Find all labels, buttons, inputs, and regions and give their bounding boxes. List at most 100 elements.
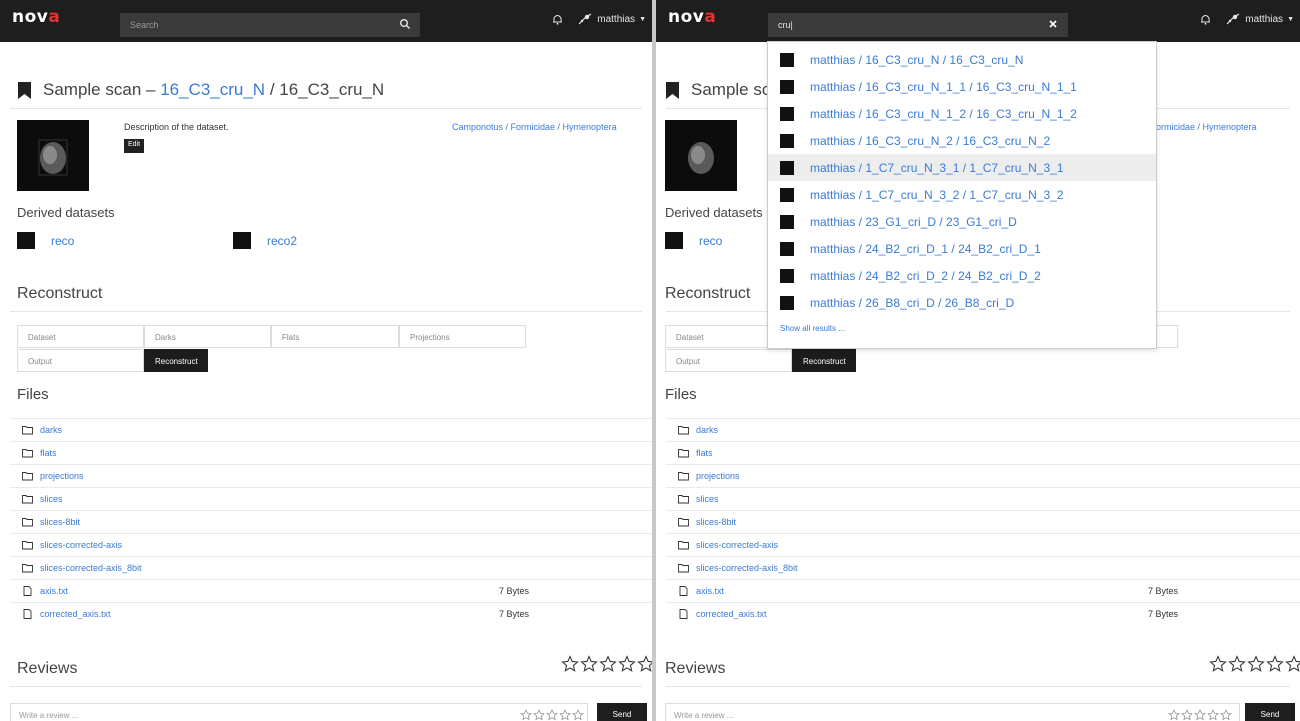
result-label[interactable]: matthias / 16_C3_cru_N_1_2 / 16_C3_cru_N…: [810, 107, 1077, 121]
search-result-item[interactable]: matthias / 24_B2_cri_D_1 / 24_B2_cri_D_1: [768, 235, 1156, 262]
tab-projections-edge[interactable]: [1156, 325, 1178, 348]
file-row[interactable]: slices-corrected-axis_8bit: [10, 556, 652, 579]
file-row[interactable]: slices-corrected-axis: [10, 533, 652, 556]
taxonomy-link[interactable]: Camponotus / Formicidae / Hymenoptera: [452, 122, 617, 132]
result-label[interactable]: matthias / 24_B2_cri_D_1 / 24_B2_cri_D_1: [810, 242, 1041, 256]
bookmark-icon[interactable]: [666, 81, 679, 99]
rating-stars[interactable]: [561, 655, 652, 673]
rating-stars[interactable]: [1209, 655, 1300, 673]
file-name[interactable]: slices-corrected-axis: [40, 540, 122, 550]
search-result-item[interactable]: matthias / 1_C7_cru_N_3_2 / 1_C7_cru_N_3…: [768, 181, 1156, 208]
file-row[interactable]: flats: [10, 441, 652, 464]
clear-search-icon[interactable]: [1047, 18, 1059, 30]
file-name[interactable]: projections: [40, 471, 84, 481]
bell-icon[interactable]: [1200, 13, 1211, 25]
tab-output[interactable]: Output: [665, 349, 792, 372]
search-result-item[interactable]: matthias / 16_C3_cru_N / 16_C3_cru_N: [768, 46, 1156, 73]
file-name[interactable]: slices-8bit: [696, 517, 736, 527]
file-name[interactable]: slices-corrected-axis_8bit: [696, 563, 798, 573]
file-name[interactable]: slices: [40, 494, 63, 504]
user-menu[interactable]: matthias ▼: [577, 12, 646, 26]
file-row[interactable]: flats: [666, 441, 1300, 464]
result-label[interactable]: matthias / 16_C3_cru_N / 16_C3_cru_N: [810, 53, 1023, 67]
send-button[interactable]: Send: [1245, 703, 1295, 721]
search-result-item[interactable]: matthias / 16_C3_cru_N_1_2 / 16_C3_cru_N…: [768, 100, 1156, 127]
star-icon[interactable]: [1194, 709, 1206, 721]
tab-flats[interactable]: Flats: [271, 325, 399, 348]
result-label[interactable]: matthias / 16_C3_cru_N_2 / 16_C3_cru_N_2: [810, 134, 1050, 148]
file-name[interactable]: flats: [696, 448, 713, 458]
star-icon[interactable]: [580, 655, 598, 673]
tab-darks[interactable]: Darks: [144, 325, 271, 348]
taxonomy-link[interactable]: ormicidae / Hymenoptera: [1156, 122, 1257, 132]
tab-dataset[interactable]: Dataset: [17, 325, 144, 348]
star-icon[interactable]: [533, 709, 545, 721]
star-icon[interactable]: [520, 709, 532, 721]
star-icon[interactable]: [1285, 655, 1300, 673]
star-icon[interactable]: [637, 655, 652, 673]
file-row[interactable]: slices: [10, 487, 652, 510]
file-row[interactable]: slices-corrected-axis: [666, 533, 1300, 556]
tab-output[interactable]: Output: [17, 349, 144, 372]
star-icon[interactable]: [1266, 655, 1284, 673]
user-menu[interactable]: matthias ▼: [1225, 12, 1294, 26]
result-label[interactable]: matthias / 1_C7_cru_N_3_1 / 1_C7_cru_N_3…: [810, 161, 1064, 175]
star-icon[interactable]: [1181, 709, 1193, 721]
star-icon[interactable]: [1247, 655, 1265, 673]
file-name[interactable]: slices-corrected-axis: [696, 540, 778, 550]
file-name[interactable]: flats: [40, 448, 57, 458]
file-name[interactable]: corrected_axis.txt: [696, 609, 767, 619]
tab-reconstruct[interactable]: Reconstruct: [144, 349, 208, 372]
file-name[interactable]: axis.txt: [40, 586, 68, 596]
star-icon[interactable]: [1220, 709, 1232, 721]
file-name[interactable]: projections: [696, 471, 740, 481]
file-row[interactable]: axis.txt 7 Bytes: [666, 579, 1300, 602]
review-input[interactable]: Write a review ...: [10, 703, 588, 721]
file-row[interactable]: slices-8bit: [10, 510, 652, 533]
star-icon[interactable]: [561, 655, 579, 673]
file-name[interactable]: axis.txt: [696, 586, 724, 596]
search-result-item[interactable]: matthias / 16_C3_cru_N_2 / 16_C3_cru_N_2: [768, 127, 1156, 154]
search-result-item[interactable]: matthias / 23_G1_cri_D / 23_G1_cri_D: [768, 208, 1156, 235]
star-icon[interactable]: [1168, 709, 1180, 721]
star-icon[interactable]: [1228, 655, 1246, 673]
file-row[interactable]: slices: [666, 487, 1300, 510]
nova-logo[interactable]: nova: [668, 7, 716, 27]
review-rating-stars[interactable]: [1168, 709, 1232, 721]
file-row[interactable]: darks: [666, 418, 1300, 441]
file-name[interactable]: slices-corrected-axis_8bit: [40, 563, 142, 573]
star-icon[interactable]: [572, 709, 584, 721]
file-name[interactable]: slices-8bit: [40, 517, 80, 527]
search-result-item[interactable]: matthias / 26_B8_cri_D / 26_B8_cri_D: [768, 289, 1156, 316]
edit-button[interactable]: Edit: [124, 139, 145, 153]
tab-projections[interactable]: Projections: [399, 325, 526, 348]
bell-icon[interactable]: [552, 13, 563, 25]
file-row[interactable]: axis.txt 7 Bytes: [10, 579, 652, 602]
result-label[interactable]: matthias / 23_G1_cri_D / 23_G1_cri_D: [810, 215, 1017, 229]
file-row[interactable]: corrected_axis.txt 7 Bytes: [10, 602, 652, 625]
file-row[interactable]: projections: [666, 464, 1300, 487]
bookmark-icon[interactable]: [18, 81, 31, 99]
review-rating-stars[interactable]: [520, 709, 584, 721]
show-all-results-link[interactable]: Show all results ...: [780, 324, 845, 333]
file-name[interactable]: corrected_axis.txt: [40, 609, 111, 619]
star-icon[interactable]: [1207, 709, 1219, 721]
star-icon[interactable]: [546, 709, 558, 721]
send-button[interactable]: Send: [597, 703, 647, 721]
search-input[interactable]: Search: [120, 13, 420, 37]
review-input[interactable]: Write a review ...: [665, 703, 1240, 721]
search-input[interactable]: cru|: [768, 13, 1068, 37]
result-label[interactable]: matthias / 1_C7_cru_N_3_2 / 1_C7_cru_N_3…: [810, 188, 1064, 202]
derived-item-reco[interactable]: reco: [17, 232, 74, 249]
result-label[interactable]: matthias / 16_C3_cru_N_1_1 / 16_C3_cru_N…: [810, 80, 1077, 94]
file-row[interactable]: slices-corrected-axis_8bit: [666, 556, 1300, 579]
search-result-item[interactable]: matthias / 1_C7_cru_N_3_1 / 1_C7_cru_N_3…: [768, 154, 1156, 181]
derived-item-reco[interactable]: reco: [665, 232, 722, 249]
title-owner-link[interactable]: 16_C3_cru_N: [160, 80, 265, 99]
result-label[interactable]: matthias / 24_B2_cri_D_2 / 24_B2_cri_D_2: [810, 269, 1041, 283]
file-name[interactable]: slices: [696, 494, 719, 504]
file-name[interactable]: darks: [696, 425, 718, 435]
file-row[interactable]: corrected_axis.txt 7 Bytes: [666, 602, 1300, 625]
nova-logo[interactable]: nova: [12, 7, 60, 27]
file-row[interactable]: slices-8bit: [666, 510, 1300, 533]
